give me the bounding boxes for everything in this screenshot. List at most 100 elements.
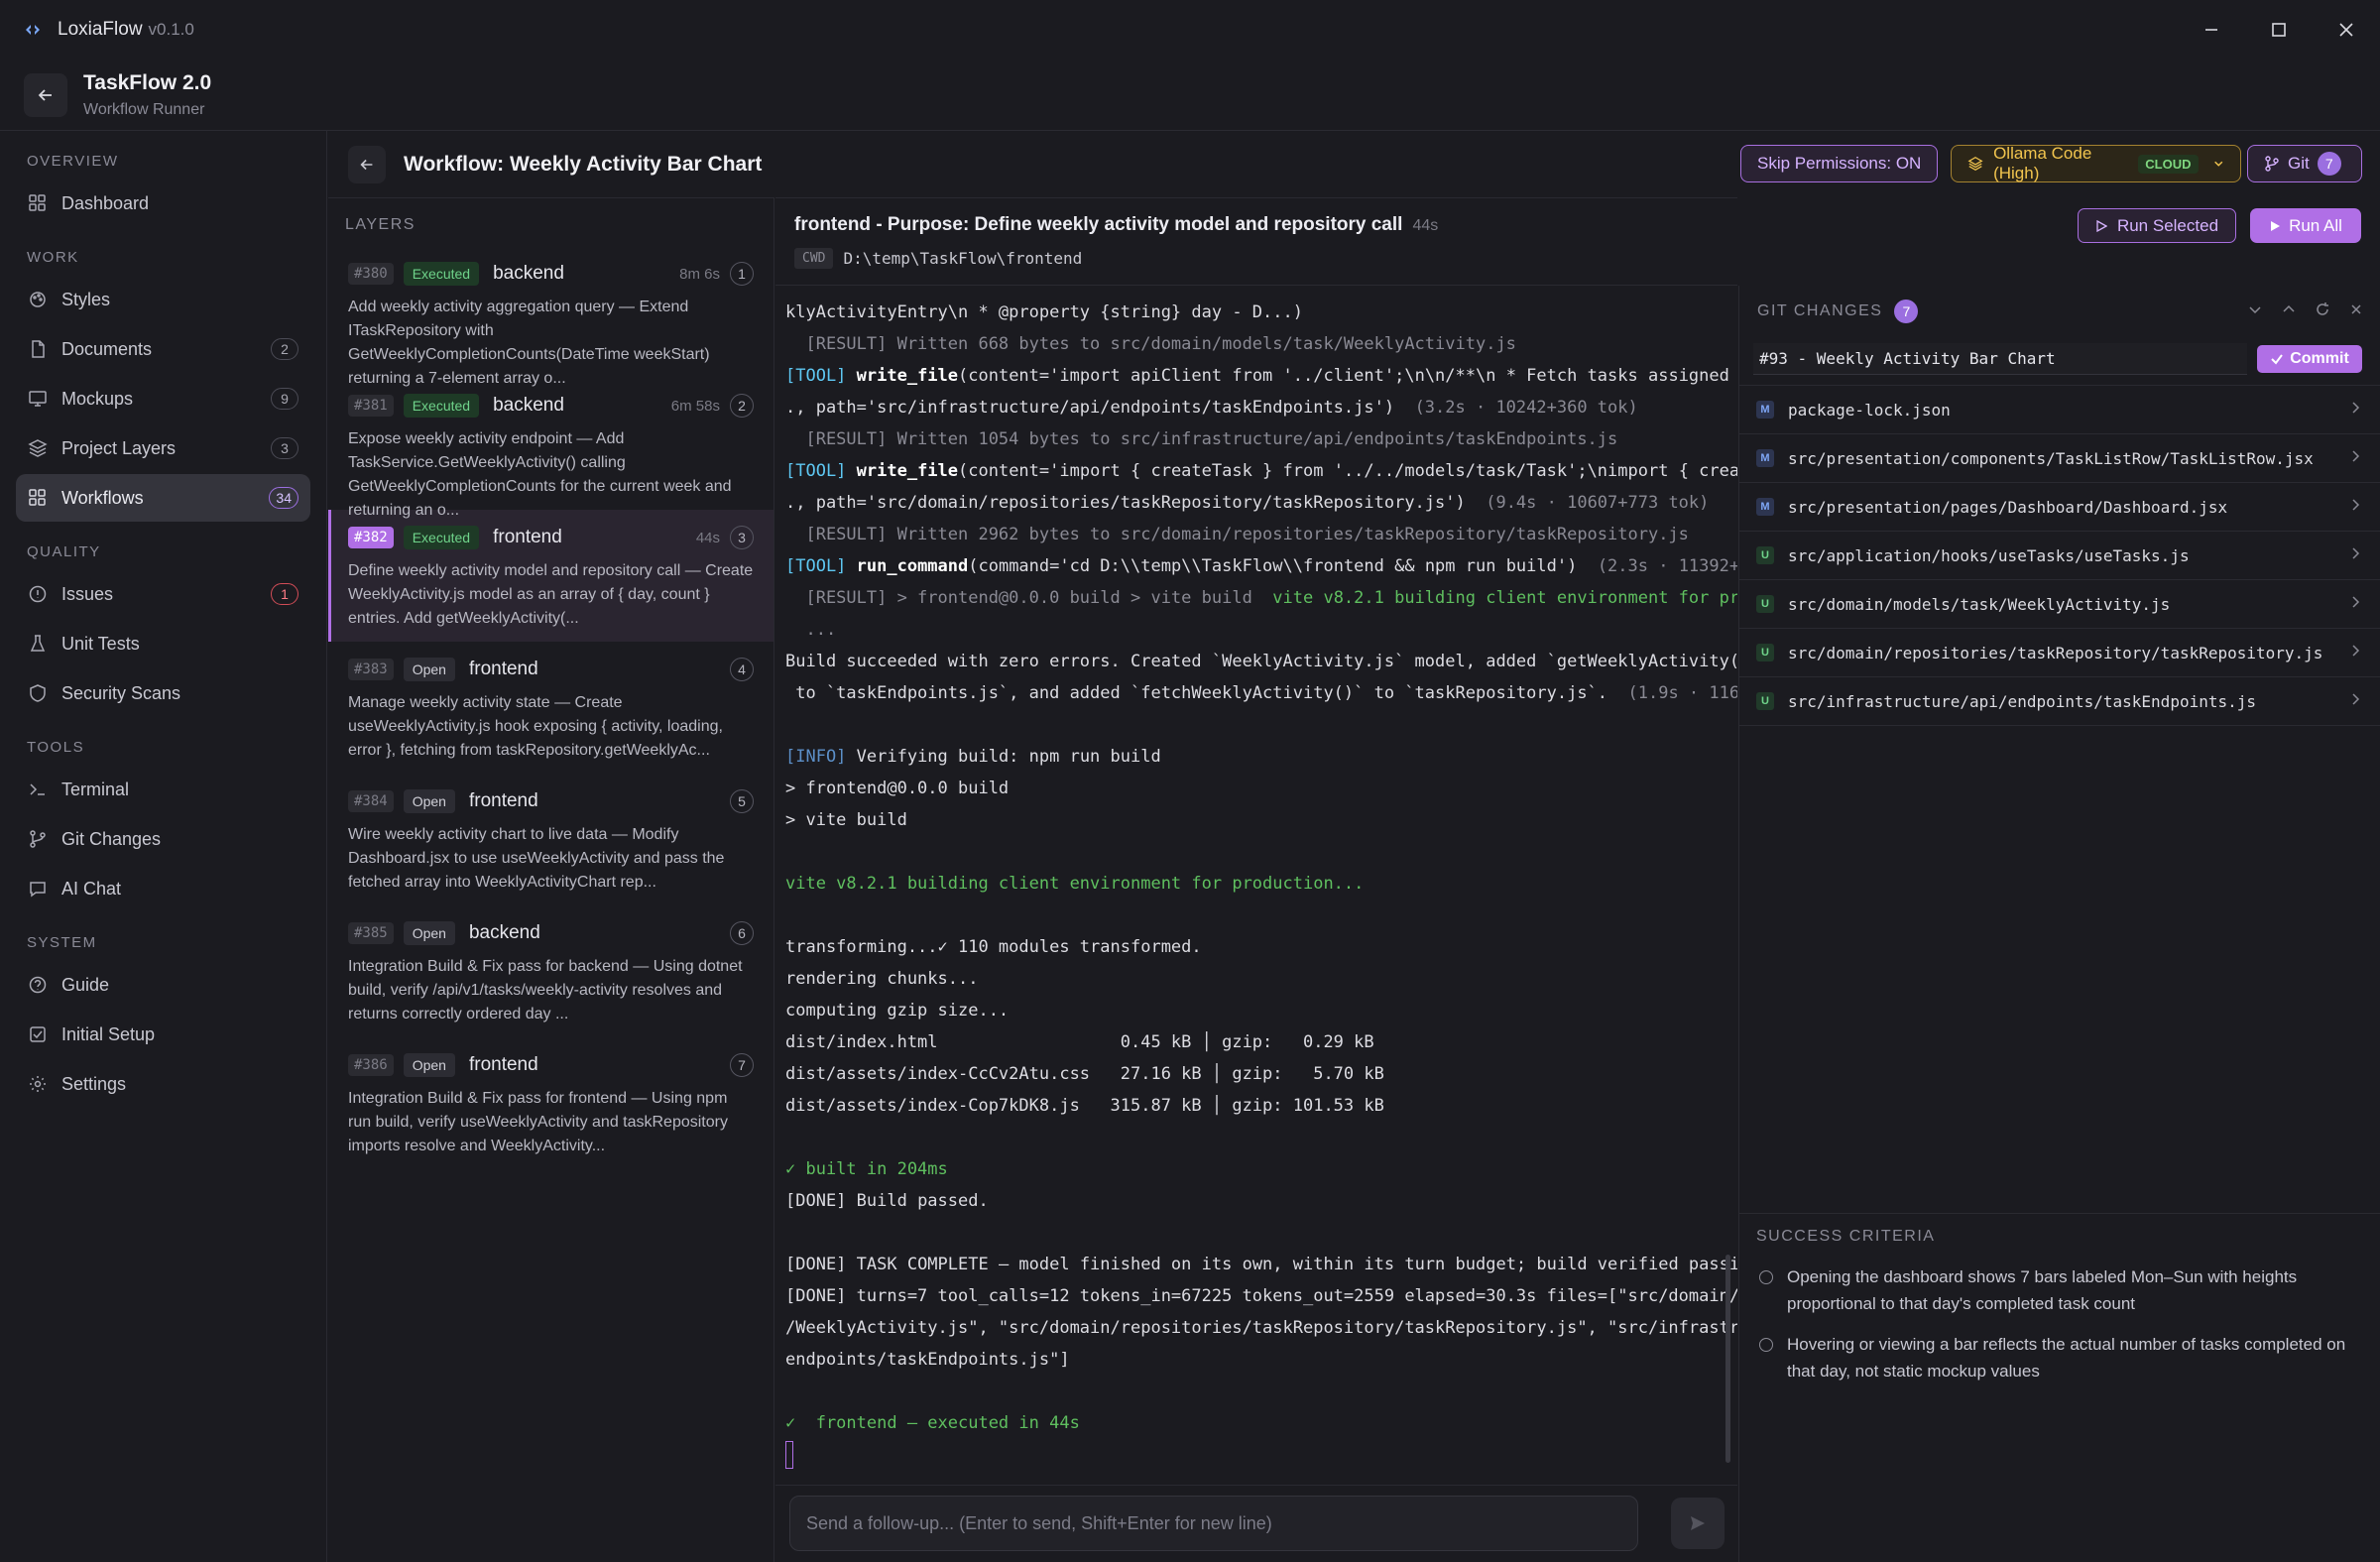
flask-icon <box>28 634 48 654</box>
criterion-item: Opening the dashboard shows 7 bars label… <box>1756 1263 2362 1317</box>
git-file-row[interactable]: Mpackage-lock.json <box>1739 386 2380 434</box>
sidebar-item-settings[interactable]: Settings <box>16 1060 310 1108</box>
layers-header: LAYERS <box>345 216 416 233</box>
sidebar-item-guide[interactable]: Guide <box>16 961 310 1009</box>
tool-name: write_file <box>856 366 959 386</box>
run-selected-button[interactable]: Run Selected <box>2078 208 2236 243</box>
gear-icon <box>28 1074 48 1094</box>
circle-icon <box>1759 1338 1773 1352</box>
sidebar-item-documents[interactable]: Documents 2 <box>16 325 310 373</box>
log-text: (command='cd D:\\temp\\TaskFlow\\fronten… <box>968 556 1578 576</box>
log-text: dist/assets/index-CcCv2Atu.css 27.16 kB … <box>785 1064 1384 1084</box>
layer-item[interactable]: #385 Open backend 6 Integration Build & Fix … <box>328 905 774 1037</box>
chevron-up-icon[interactable] <box>2279 300 2299 319</box>
layer-item[interactable]: #384 Open frontend 5 Wire weekly activity ch… <box>328 774 774 905</box>
sidebar-item-unit-tests[interactable]: Unit Tests <box>16 620 310 667</box>
sidebar-item-dashboard[interactable]: Dashboard <box>16 180 310 227</box>
log-line <box>785 1217 1722 1249</box>
layer-item[interactable]: #386 Open frontend 7 Integration Build & Fix… <box>328 1037 774 1169</box>
layer-time: 44s <box>695 529 720 546</box>
sidebar-item-project-layers[interactable]: Project Layers 3 <box>16 424 310 472</box>
sidebar-item-label: Dashboard <box>61 192 150 213</box>
log-text: ... <box>785 620 837 640</box>
chevron-right-icon <box>2348 644 2362 662</box>
skip-permissions-toggle[interactable]: Skip Permissions: ON <box>1740 145 1939 182</box>
chevron-right-icon <box>2348 546 2362 565</box>
git-changes-title: GIT CHANGES <box>1757 302 1883 319</box>
git-file-row[interactable]: Msrc/presentation/components/TaskListRow… <box>1739 434 2380 483</box>
minimize-icon[interactable] <box>2178 0 2245 60</box>
git-file-row[interactable]: Usrc/application/hooks/useTasks/useTasks… <box>1739 532 2380 580</box>
log-scrollbar[interactable] <box>1726 1255 1730 1463</box>
sidebar-section-overview: OVERVIEW <box>27 153 119 170</box>
followup-input[interactable]: Send a follow-up... (Enter to send, Shif… <box>789 1496 1638 1551</box>
git-changes-count: 7 <box>1894 300 1919 323</box>
close-icon[interactable] <box>2313 0 2380 60</box>
layer-item[interactable]: #381 Executed backend 6m 58s 2 Expose weekly … <box>328 378 774 519</box>
log-line: [RESULT] Written 2962 bytes to src/domai… <box>785 519 1722 550</box>
run-all-button[interactable]: Run All <box>2250 208 2361 243</box>
status-badge: Executed <box>403 262 480 286</box>
layer-name: backend <box>493 263 564 284</box>
layer-number: 1 <box>730 262 754 286</box>
arrow-left-icon <box>360 159 373 171</box>
chevron-down-icon <box>2213 161 2222 167</box>
close-icon[interactable] <box>2346 300 2366 319</box>
file-status-badge: M <box>1756 401 1774 419</box>
git-file-row[interactable]: Msrc/presentation/pages/Dashboard/Dashbo… <box>1739 483 2380 532</box>
layer-id: #382 <box>348 527 394 548</box>
layers-icon <box>1967 157 1983 171</box>
refresh-icon[interactable] <box>2313 300 2332 319</box>
log-line: [RESULT] Written 1054 bytes to src/infra… <box>785 423 1722 455</box>
log-text: computing gzip size... <box>785 1001 1010 1021</box>
maximize-icon[interactable] <box>2245 0 2313 60</box>
commit-message-input[interactable]: #93 - Weekly Activity Bar Chart <box>1753 343 2247 375</box>
cwd-tag: CWD <box>794 248 834 269</box>
sidebar-section-tools: TOOLS <box>27 739 85 756</box>
layer-item[interactable]: #383 Open frontend 4 Manage weekly activity … <box>328 642 774 774</box>
sidebar-item-label: Guide <box>61 974 110 995</box>
log-text: > frontend@0.0.0 build <box>785 779 1010 798</box>
log-line: dist/assets/index-CcCv2Atu.css 27.16 kB … <box>785 1058 1722 1090</box>
workflow-back-button[interactable] <box>348 146 386 183</box>
file-status-badge: U <box>1756 546 1774 564</box>
log-text: [DONE] turns=7 tool_calls=12 tokens_in=6… <box>785 1286 1737 1306</box>
git-file-row[interactable]: Usrc/domain/models/task/WeeklyActivity.j… <box>1739 580 2380 629</box>
log-line <box>785 1122 1722 1153</box>
log-text: [RESULT] Written 1054 bytes to src/infra… <box>785 429 1618 449</box>
git-file-row[interactable]: Usrc/domain/repositories/taskRepository/… <box>1739 629 2380 677</box>
sidebar-item-security-scans[interactable]: Security Scans <box>16 669 310 717</box>
sidebar-item-initial-setup[interactable]: Initial Setup <box>16 1011 310 1058</box>
commit-button[interactable]: Commit <box>2257 345 2362 373</box>
git-button[interactable]: Git 7 <box>2247 145 2362 182</box>
log-text: > vite build <box>785 810 907 830</box>
layer-description: Manage weekly activity state — Create us… <box>348 694 723 759</box>
chevron-down-icon[interactable] <box>2245 300 2265 319</box>
log-text: to `taskEndpoints.js`, and added `fetchW… <box>785 683 1608 703</box>
sidebar-item-git-changes[interactable]: Git Changes <box>16 815 310 863</box>
cwd-path: D:\temp\TaskFlow\frontend <box>843 249 1083 268</box>
log-tag: [DONE] <box>785 1191 857 1211</box>
sidebar-item-label: Security Scans <box>61 682 181 703</box>
git-file-row[interactable]: Usrc/infrastructure/api/endpoints/taskEn… <box>1739 677 2380 726</box>
sidebar-item-terminal[interactable]: Terminal <box>16 766 310 813</box>
sidebar-item-styles[interactable]: Styles <box>16 276 310 323</box>
sidebar-item-mockups[interactable]: Mockups 9 <box>16 375 310 422</box>
sidebar-item-ai-chat[interactable]: AI Chat <box>16 865 310 912</box>
layer-item[interactable]: #380 Executed backend 8m 6s 1 Add weekly acti… <box>328 246 774 387</box>
layer-item[interactable]: #382 Executed frontend 44s 3 Define weekly ac… <box>328 510 774 642</box>
file-path: src/domain/repositories/taskRepository/t… <box>1788 643 2323 662</box>
title-bar: LoxiaFlow v0.1.0 <box>0 0 2380 60</box>
send-icon <box>1691 1516 1705 1530</box>
log-text: ✓ frontend — executed in 44s <box>785 1413 1080 1433</box>
log-line: endpoints/taskEndpoints.js"] <box>785 1344 1722 1376</box>
grid-icon <box>28 488 48 508</box>
layer-name: backend <box>493 395 564 416</box>
model-selector[interactable]: Ollama Code (High) CLOUD <box>1951 144 2241 182</box>
sidebar-item-issues[interactable]: Issues 1 <box>16 570 310 618</box>
sidebar-item-workflows[interactable]: Workflows 34 <box>16 474 310 522</box>
back-button[interactable] <box>24 72 67 117</box>
send-button[interactable] <box>1671 1498 1725 1549</box>
